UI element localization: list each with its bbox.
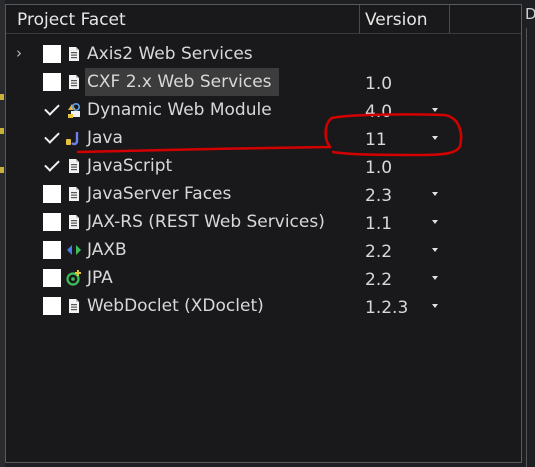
facet-row[interactable]: JAXB 2.2	[6, 236, 523, 264]
jaxb-icon	[65, 241, 83, 259]
column-header-version[interactable]: Version	[360, 5, 450, 33]
edge-divider	[526, 28, 527, 467]
facet-checkbox[interactable]	[43, 73, 61, 91]
facet-checkbox[interactable]	[43, 297, 61, 315]
facet-row[interactable]: JAX-RS (REST Web Services) 1.1	[6, 208, 523, 236]
version-dropdown-arrow-icon[interactable]	[432, 136, 438, 140]
facet-version[interactable]: 2.2	[365, 238, 392, 266]
facet-version: 1.0	[365, 158, 393, 178]
facet-label: Axis2 Web Services	[87, 44, 253, 64]
background-window-edge-right: D	[522, 0, 535, 467]
facet-label: JavaServer Faces	[87, 184, 232, 204]
facet-version[interactable]: 4.0	[365, 98, 392, 126]
facet-checkbox[interactable]	[43, 157, 61, 175]
document-icon	[65, 185, 83, 203]
document-icon	[65, 45, 83, 63]
facet-label: CXF 2.x Web Services	[85, 68, 279, 96]
facet-version[interactable]: 1.2.3	[365, 294, 408, 322]
facet-label: JPA	[87, 268, 113, 288]
column-header-project-facet[interactable]: Project Facet	[6, 5, 360, 33]
version-dropdown-arrow-icon[interactable]	[432, 108, 438, 112]
document-icon	[65, 157, 83, 175]
facet-checkbox[interactable]	[43, 241, 61, 259]
version-dropdown-arrow-icon[interactable]	[432, 220, 438, 224]
facet-label: JAXB	[87, 240, 127, 260]
expand-chevron-icon[interactable]: ›	[16, 44, 26, 62]
version-dropdown-arrow-icon[interactable]	[432, 248, 438, 252]
facet-version[interactable]: 2.3	[365, 182, 392, 210]
facet-row[interactable]: Java 11	[6, 124, 523, 152]
facet-checkbox[interactable]	[43, 101, 61, 119]
facet-label: Dynamic Web Module	[87, 100, 272, 120]
facet-label: Java	[87, 128, 123, 148]
facet-checkbox[interactable]	[43, 45, 61, 63]
table-header: Project Facet Version	[6, 5, 521, 34]
facet-row[interactable]: WebDoclet (XDoclet) 1.2.3	[6, 292, 523, 320]
jpa-icon	[65, 269, 83, 287]
column-header-empty	[450, 5, 523, 33]
web-module-icon	[65, 101, 83, 119]
project-facets-table: Project Facet Version › Axis2 Web Service…	[5, 4, 522, 463]
edge-mark	[0, 128, 4, 134]
version-dropdown-arrow-icon[interactable]	[432, 304, 438, 308]
facet-version: 1.0	[365, 74, 393, 94]
facet-checkbox[interactable]	[43, 185, 61, 203]
screenshot-root: Project Facet Version › Axis2 Web Service…	[0, 0, 535, 467]
facet-checkbox[interactable]	[43, 269, 61, 287]
facet-checkbox[interactable]	[43, 213, 61, 231]
facet-row[interactable]: JavaScript 1.0	[6, 152, 523, 180]
facet-label: WebDoclet (XDoclet)	[87, 296, 264, 316]
version-dropdown-arrow-icon[interactable]	[432, 192, 438, 196]
facet-label: JavaScript	[87, 156, 173, 176]
facet-row[interactable]: › Axis2 Web Services	[6, 40, 523, 68]
document-icon	[65, 297, 83, 315]
facet-version[interactable]: 11	[365, 126, 387, 154]
facet-version[interactable]: 1.1	[365, 210, 392, 238]
facet-row[interactable]: CXF 2.x Web Services 1.0	[6, 68, 523, 96]
facet-row[interactable]: Dynamic Web Module 4.0	[6, 96, 523, 124]
facet-row[interactable]: JPA 2.2	[6, 264, 523, 292]
document-icon	[65, 73, 83, 91]
edge-mark	[0, 167, 4, 173]
edge-mark	[0, 94, 4, 100]
facet-label: JAX-RS (REST Web Services)	[87, 212, 325, 232]
version-dropdown-arrow-icon[interactable]	[432, 276, 438, 280]
facet-version[interactable]: 2.2	[365, 266, 392, 294]
facet-checkbox[interactable]	[43, 129, 61, 147]
facet-row[interactable]: JavaServer Faces 2.3	[6, 180, 523, 208]
edge-letter: D	[525, 5, 535, 23]
document-icon	[65, 213, 83, 231]
java-icon	[65, 129, 83, 147]
